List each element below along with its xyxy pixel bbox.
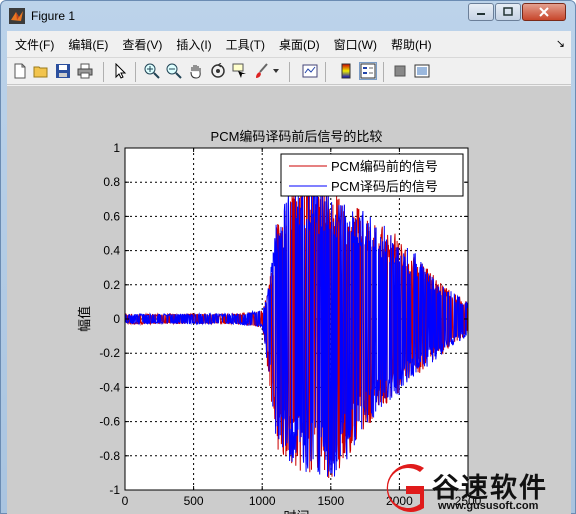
close-button[interactable]	[522, 3, 566, 21]
data-cursor-icon	[232, 63, 246, 78]
close-icon	[539, 7, 549, 17]
print-button[interactable]	[76, 62, 94, 80]
figure-window: Figure 1 文件(F) 编辑(E) 查看(V) 插入(I) 工具(T) 桌…	[0, 0, 576, 514]
toolbar-separator	[103, 62, 104, 82]
y-tick-label: 0.6	[103, 209, 120, 223]
y-tick-label: -0.2	[99, 346, 120, 360]
chevron-down-icon	[273, 69, 279, 73]
hide-plot-tools-button[interactable]	[391, 62, 409, 80]
pointer-arrow-icon	[115, 63, 127, 79]
x-tick-label: 0	[122, 494, 129, 508]
y-tick-label: 1	[113, 141, 120, 155]
x-tick-label: 500	[184, 494, 204, 508]
legend-icon	[360, 63, 376, 79]
minimize-icon	[477, 13, 485, 15]
link-plot-button[interactable]	[301, 62, 319, 80]
window-title: Figure 1	[31, 9, 76, 23]
menu-view[interactable]: 查看(V)	[122, 36, 162, 53]
y-tick-label: -0.8	[99, 449, 120, 463]
show-plot-tools-button[interactable]	[413, 62, 431, 80]
zoom-out-button[interactable]	[165, 62, 183, 80]
y-tick-label: -1	[109, 483, 120, 497]
legend-entry-label: PCM编码前的信号	[331, 159, 438, 174]
maximize-icon	[503, 7, 513, 16]
y-tick-label: 0.2	[103, 278, 120, 292]
menu-file[interactable]: 文件(F)	[15, 36, 54, 53]
zoom-in-icon	[144, 63, 160, 79]
pan-button[interactable]	[187, 62, 205, 80]
hide-plot-tools-icon	[394, 65, 406, 77]
figure-canvas[interactable]: 0 500 1000 1500 2000 2500-1-0.8-0.6-0.4-0.200…	[7, 86, 571, 514]
pan-hand-icon	[190, 65, 201, 79]
toolbar-separator	[289, 62, 290, 82]
rotate-3d-button[interactable]	[209, 62, 227, 80]
x-tick-label: 1000	[249, 494, 276, 508]
menu-edit[interactable]: 编辑(E)	[68, 36, 108, 53]
toolbar-separator	[383, 62, 384, 82]
y-axis-label: 幅值	[77, 306, 92, 332]
new-file-icon	[14, 63, 26, 79]
data-cursor-button[interactable]	[231, 62, 249, 80]
y-tick-label: -0.4	[99, 380, 120, 394]
zoom-in-button[interactable]	[143, 62, 161, 80]
figure-toolbar	[7, 57, 571, 85]
save-button[interactable]	[54, 62, 72, 80]
y-tick-label: 0.4	[103, 244, 120, 258]
menu-desktop[interactable]: 桌面(D)	[279, 36, 320, 53]
watermark: 谷速软件 www.gususoft.com	[380, 462, 576, 514]
insert-colorbar-button[interactable]	[337, 62, 355, 80]
show-plot-tools-icon	[414, 64, 430, 78]
colorbar-icon	[341, 63, 351, 79]
dock-figure-icon[interactable]: ↘	[556, 37, 565, 50]
print-icon	[77, 63, 93, 79]
watermark-url: www.gususoft.com	[438, 500, 539, 512]
matlab-logo-icon	[9, 8, 25, 24]
new-figure-button[interactable]	[11, 62, 29, 80]
y-tick-label: 0.8	[103, 175, 120, 189]
y-tick-label: -0.6	[99, 415, 120, 429]
y-tick-label: 0	[113, 312, 120, 326]
brush-button[interactable]	[253, 62, 271, 80]
gususoft-logo-icon	[386, 464, 424, 512]
zoom-out-icon	[166, 63, 182, 79]
edit-plot-button[interactable]	[111, 62, 129, 80]
minimize-button[interactable]	[468, 3, 494, 21]
menu-tools[interactable]: 工具(T)	[226, 36, 265, 53]
menu-window[interactable]: 窗口(W)	[334, 36, 377, 53]
save-disk-icon	[56, 64, 70, 78]
brush-icon	[256, 63, 268, 78]
legend-entry-label: PCM译码后的信号	[331, 179, 438, 194]
x-axis-label: 时间	[283, 509, 309, 514]
figure-client-area: 文件(F) 编辑(E) 查看(V) 插入(I) 工具(T) 桌面(D) 窗口(W…	[7, 31, 571, 514]
menu-insert[interactable]: 插入(I)	[176, 36, 211, 53]
x-tick-label: 1500	[317, 494, 344, 508]
open-folder-icon	[33, 66, 48, 78]
link-plot-icon	[302, 64, 318, 78]
menu-bar: 文件(F) 编辑(E) 查看(V) 插入(I) 工具(T) 桌面(D) 窗口(W…	[7, 31, 571, 57]
insert-legend-button[interactable]	[359, 62, 377, 80]
brush-dropdown[interactable]	[271, 62, 281, 80]
title-bar[interactable]: Figure 1	[1, 1, 575, 31]
toolbar-separator	[325, 62, 326, 82]
toolbar-separator	[135, 62, 136, 82]
open-file-button[interactable]	[32, 62, 50, 80]
rotate-3d-icon	[211, 63, 225, 78]
maximize-button[interactable]	[495, 3, 521, 21]
menu-help[interactable]: 帮助(H)	[391, 36, 432, 53]
chart-title: PCM编码译码前后信号的比较	[211, 129, 383, 144]
